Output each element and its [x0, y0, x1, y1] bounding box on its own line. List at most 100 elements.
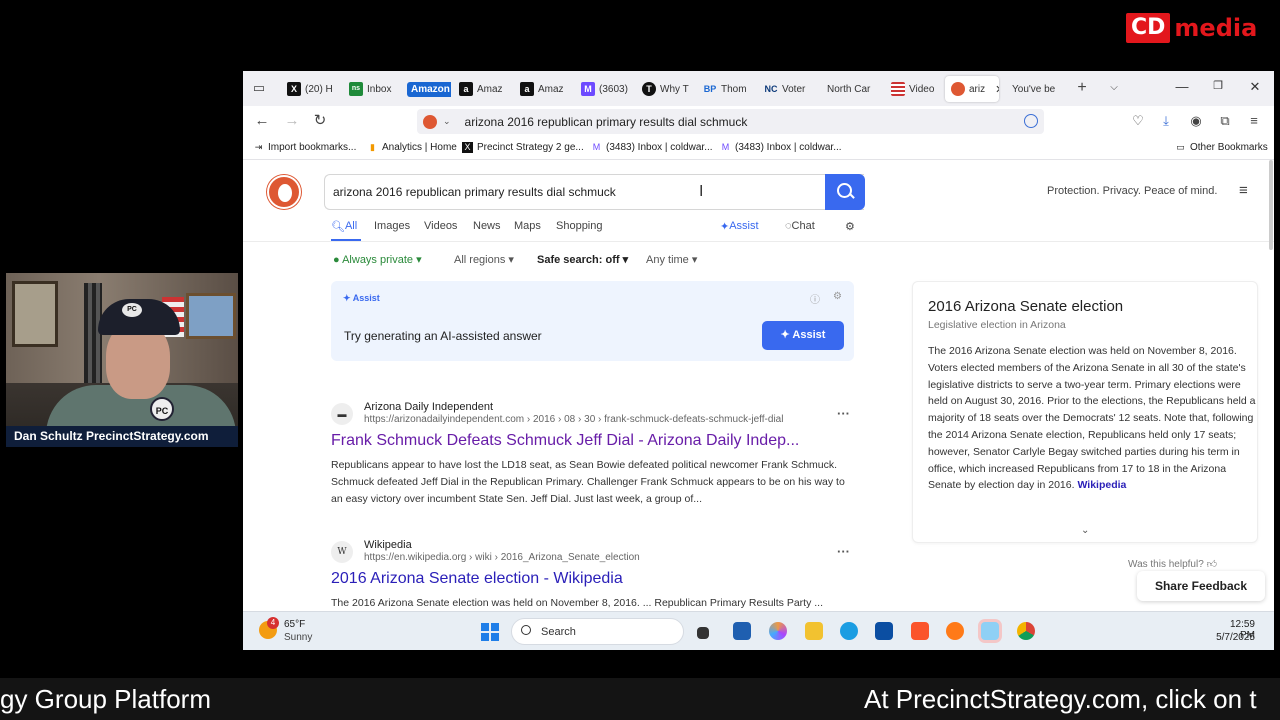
address-text: arizona 2016 republican primary results …	[464, 114, 748, 129]
download-icon[interactable]: ⤓	[1157, 113, 1175, 129]
result-title[interactable]: Frank Schmuck Defeats Schmuck Jeff Dial …	[331, 432, 799, 450]
brand-box: CD	[1126, 13, 1171, 43]
bookmark-inbox-1[interactable]: M (3483) Inbox | coldwar...	[591, 142, 713, 153]
brave-icon[interactable]	[911, 622, 929, 640]
tab-news[interactable]: News	[473, 220, 501, 232]
settings-gear-icon[interactable]: ⚙	[845, 220, 855, 233]
tab-chat[interactable]: ◌ Chat	[785, 220, 815, 232]
helpful-prompt: Was this helpful? 👍︎	[1128, 559, 1218, 570]
duckduckgo-logo[interactable]	[267, 175, 301, 209]
close-window-icon[interactable]: ✕	[1246, 79, 1264, 95]
wikipedia-link[interactable]: Wikipedia	[1077, 479, 1126, 491]
wall-frame	[12, 281, 58, 347]
chrome-icon[interactable]	[1017, 622, 1035, 640]
tab-inbox[interactable]: ns Inbox	[343, 76, 399, 102]
minimize-icon[interactable]: —	[1173, 79, 1191, 94]
region-filter[interactable]: All regions ▾	[454, 253, 514, 266]
result-source[interactable]: Arizona Daily Independent	[364, 401, 493, 413]
knowledge-panel-body: The 2016 Arizona Senate election was hel…	[928, 345, 1256, 492]
assist-label: ✦ Assist	[343, 293, 380, 303]
more-options-icon[interactable]: ···	[837, 544, 850, 559]
tab-amazon-3[interactable]: a Amaz	[514, 76, 570, 102]
tab-video[interactable]: Video	[885, 76, 943, 102]
tab-all[interactable]: 🔍︎ All	[331, 220, 357, 233]
tab-amazon[interactable]: Amazon	[401, 76, 451, 102]
info-icon[interactable]: ⓘ	[810, 291, 820, 306]
tab-active-ddg[interactable]: ariz ✕	[945, 76, 999, 102]
chevron-down-icon[interactable]: ⌄	[1081, 525, 1089, 536]
x-icon: X	[462, 142, 473, 153]
webcam-caption: Dan Schultz PrecinctStrategy.com	[6, 426, 238, 447]
search-icon	[521, 625, 531, 635]
file-explorer-icon[interactable]	[805, 622, 823, 640]
proton-icon: M	[592, 142, 601, 152]
account-icon[interactable]: ◉	[1187, 113, 1205, 129]
bookmark-analytics[interactable]: ▮ Analytics | Home	[367, 142, 457, 153]
tab-maps[interactable]: Maps	[514, 220, 541, 232]
more-options-icon[interactable]: ···	[837, 406, 850, 421]
time-filter[interactable]: Any time ▾	[646, 253, 697, 266]
forward-icon[interactable]: →	[283, 113, 301, 129]
result-url[interactable]: https://arizonadailyindependent.com › 20…	[364, 414, 783, 425]
search-input[interactable]: arizona 2016 republican primary results …	[324, 174, 864, 210]
bookmark-precinct-strategy[interactable]: X Precinct Strategy 2 ge...	[462, 142, 584, 153]
settings-gear-icon[interactable]: ⚙	[833, 291, 842, 302]
scrollbar[interactable]	[1269, 160, 1273, 250]
menu-icon[interactable]: ≡	[1245, 113, 1263, 128]
clock-date[interactable]: 5/7/2025	[1213, 632, 1255, 643]
firefox-icon[interactable]	[946, 622, 964, 640]
tab-nyt[interactable]: T Why T	[636, 76, 692, 102]
cap-logo: PC	[122, 303, 142, 317]
cloud-app-icon[interactable]	[981, 622, 999, 640]
result-title[interactable]: 2016 Arizona Senate election - Wikipedia	[331, 570, 623, 588]
menu-icon[interactable]: ≡	[1239, 182, 1248, 199]
back-icon[interactable]: ←	[253, 113, 271, 129]
safe-search-filter[interactable]: Safe search: off ▾	[537, 253, 628, 266]
edge-icon[interactable]	[840, 622, 858, 640]
pocket-icon[interactable]: ♡	[1129, 113, 1147, 129]
result-url[interactable]: https://en.wikipedia.org › wiki › 2016_A…	[364, 552, 640, 563]
privacy-filter[interactable]: ● Always private ▾	[333, 253, 422, 266]
reload-icon[interactable]: ↻	[311, 113, 329, 129]
tab-bp[interactable]: BP Thom	[697, 76, 753, 102]
copilot-icon[interactable]	[769, 622, 787, 640]
share-feedback-button[interactable]: Share Feedback	[1137, 571, 1265, 601]
tab-list-chevron-icon[interactable]: ⌵	[1106, 80, 1122, 96]
tab-north-carolina[interactable]: North Car	[821, 76, 885, 102]
taskbar-search[interactable]: Search	[511, 618, 684, 645]
tab-images[interactable]: Images	[374, 220, 410, 232]
terminal-icon[interactable]	[697, 627, 709, 639]
store-icon[interactable]	[733, 622, 751, 640]
restore-icon[interactable]: ❐	[1209, 79, 1227, 92]
other-bookmarks[interactable]: ▭ Other Bookmarks	[1175, 142, 1268, 153]
close-tab-icon[interactable]: ✕	[995, 83, 999, 96]
new-tab-icon[interactable]: +	[1074, 80, 1090, 96]
site-identity-icon[interactable]	[423, 114, 437, 129]
result-snippet: The 2016 Arizona Senate election was hel…	[331, 597, 824, 609]
bookmark-inbox-2[interactable]: M (3483) Inbox | coldwar...	[720, 142, 842, 153]
tab-assist[interactable]: ✦ Assist	[720, 220, 759, 233]
tab-shopping[interactable]: Shopping	[556, 220, 603, 232]
assist-button[interactable]: ✦ Assist	[762, 321, 844, 350]
result-source[interactable]: Wikipedia	[364, 539, 412, 551]
tab-overview-icon[interactable]: ▭	[251, 80, 267, 96]
dell-icon[interactable]	[875, 622, 893, 640]
tab-voter[interactable]: NC Voter	[758, 76, 814, 102]
folder-icon: ▭	[1176, 142, 1185, 152]
tab-strip: ▭ X (20) H ns Inbox Amazon a Amaz a Amaz…	[243, 71, 1274, 106]
thumbs-up-icon[interactable]: 👍︎	[1207, 559, 1217, 570]
extensions-icon[interactable]: ⧉	[1216, 113, 1234, 129]
translate-icon[interactable]	[1024, 114, 1038, 128]
chevron-down-icon[interactable]: ⌄	[443, 116, 451, 127]
start-windows-icon[interactable]	[481, 623, 499, 641]
tab-videos[interactable]: Videos	[424, 220, 457, 232]
tab-proton[interactable]: M (3603)	[575, 76, 631, 102]
address-bar[interactable]: ⌄ arizona 2016 republican primary result…	[417, 109, 1044, 134]
tab-x[interactable]: X (20) H	[281, 76, 335, 102]
tab-youve-been[interactable]: You've be	[1006, 76, 1064, 102]
amazon-icon: a	[459, 82, 473, 96]
weather-condition: Sunny	[284, 632, 313, 643]
search-button[interactable]	[825, 174, 865, 210]
tab-amazon-2[interactable]: a Amaz	[453, 76, 509, 102]
bookmark-import[interactable]: ⇥ Import bookmarks...	[253, 142, 357, 153]
